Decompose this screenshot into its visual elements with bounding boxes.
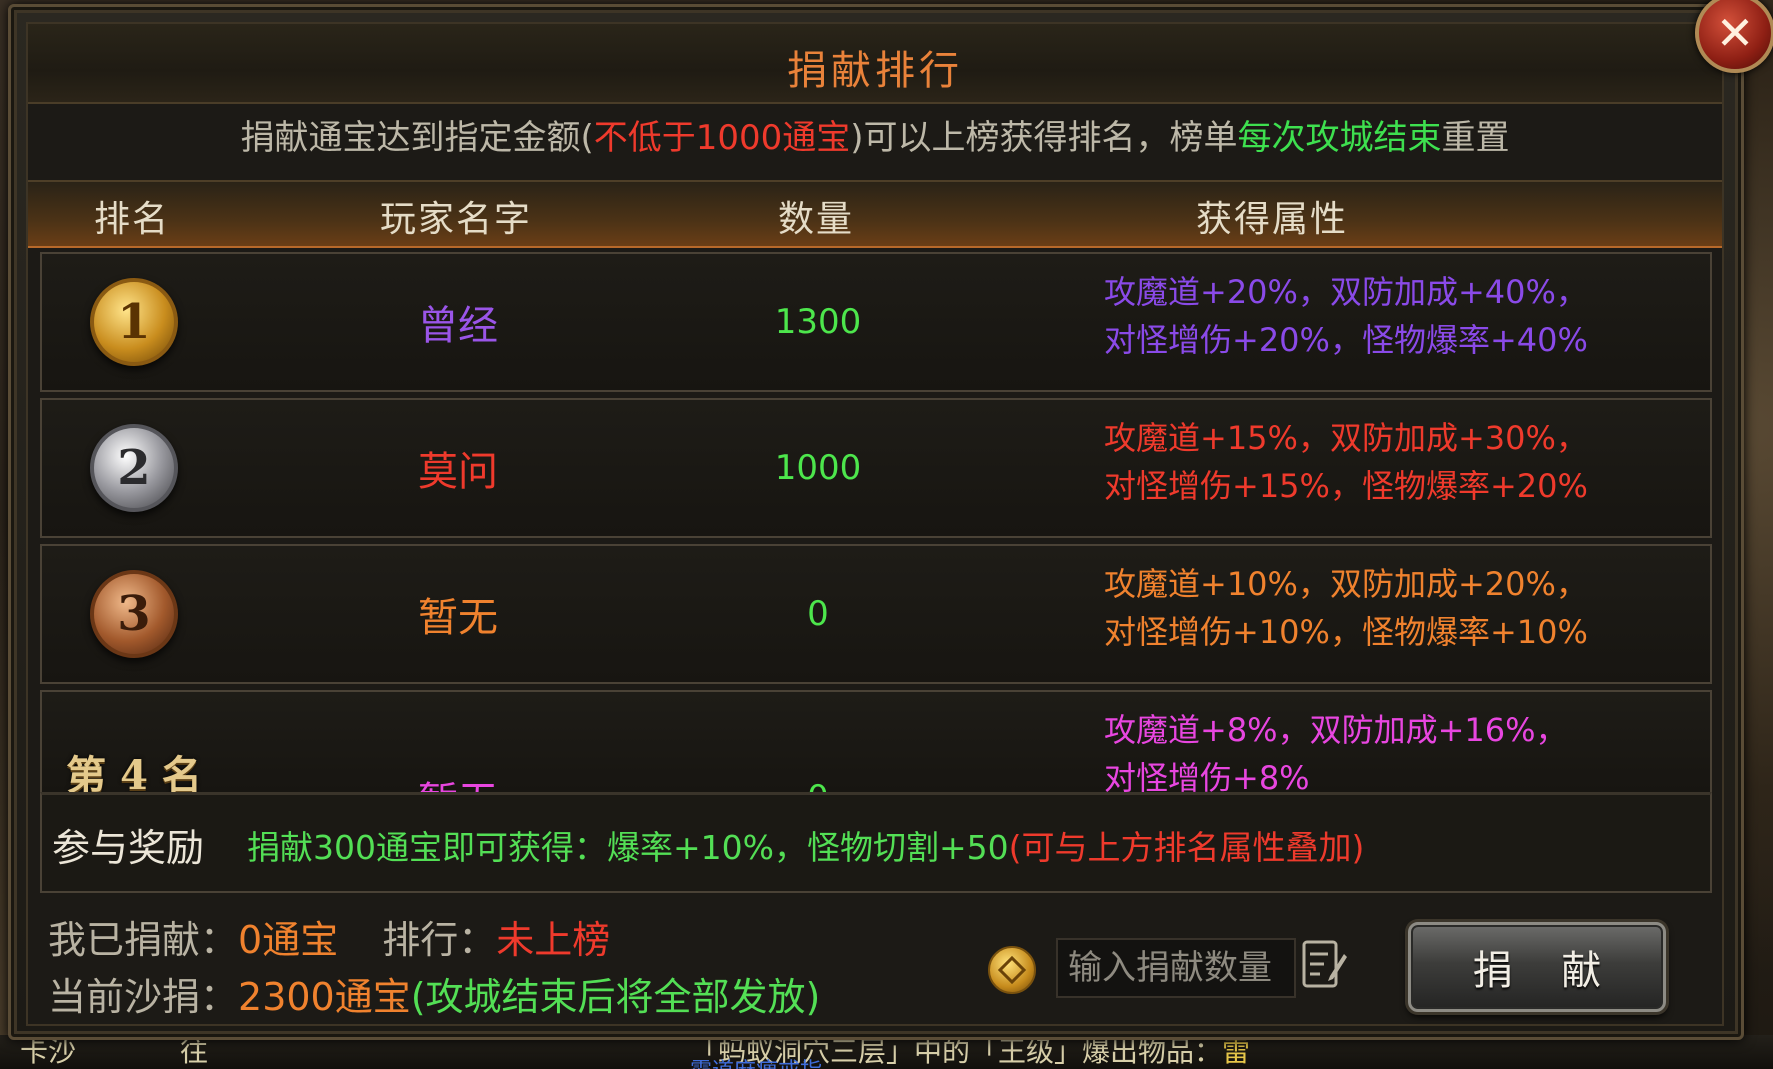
close-icon[interactable]: ✕ <box>1695 0 1773 73</box>
panel-body: 捐献排行 捐献通宝达到指定金额(不低于1000通宝)可以上榜获得排名，榜单每次攻… <box>26 22 1724 1026</box>
bronze-medal-icon: 3 <box>90 570 178 658</box>
attr-line: 攻魔道+20%，双防加成+40%， <box>1104 273 1588 311</box>
donation-count: 0 <box>807 692 829 792</box>
attr-line: 攻魔道+8%，双防加成+16%， <box>1104 711 1568 749</box>
attr-line: 对怪增伤+15%，怪物爆率+20% <box>1104 467 1588 505</box>
attr-line: 对怪增伤+20%，怪物爆率+40% <box>1104 321 1588 359</box>
my-donation: 我已捐献：0通宝 排行：未上榜 <box>48 918 611 962</box>
table-header: 排名 玩家名字 数量 获得属性 <box>28 180 1722 248</box>
rank-attributes: 攻魔道+20%，双防加成+40%， 对怪增伤+20%，怪物爆率+40% <box>1104 268 1588 364</box>
donate-button[interactable]: 捐 献 <box>1408 922 1666 1012</box>
attr-line: 攻魔道+15%，双防加成+30%， <box>1104 419 1588 457</box>
player-name: 曾经 <box>418 303 498 349</box>
my-rank-value: 未上榜 <box>496 918 611 962</box>
silver-medal-icon: 2 <box>90 424 178 512</box>
current-pool: 当前沙捐：2300通宝(攻城结束后将全部发放) <box>48 975 821 1019</box>
reward-label: 参与奖励 <box>52 826 205 870</box>
chat-fragment-1: 卡沙 <box>20 1035 77 1068</box>
column-rank: 排名 <box>93 199 171 240</box>
coin-icon <box>988 946 1036 994</box>
rank-attributes: 攻魔道+10%，双防加成+20%， 对怪增伤+10%，怪物爆率+10% <box>1104 560 1588 656</box>
reset-time-text: 每次攻城结束 <box>1237 118 1442 158</box>
ranking-notice: 捐献通宝达到指定金额(不低于1000通宝)可以上榜获得排名，榜单每次攻城结束重置 <box>240 118 1510 158</box>
pool-value: 2300通宝 <box>238 975 411 1019</box>
table-row: 1 曾经 1300 攻魔道+20%，双防加成+40%， 对怪增伤+20%，怪物爆… <box>40 252 1712 392</box>
donation-ranking-panel: 捐献排行 捐献通宝达到指定金额(不低于1000通宝)可以上榜获得排名，榜单每次攻… <box>8 0 1773 1040</box>
column-attrs: 获得属性 <box>1195 199 1349 240</box>
chat-strip: 卡沙 往 「蚂蚁洞穴三层」中的「王级」爆出物品：雷 霸道麻痹戒指 <box>0 1035 1773 1069</box>
my-donation-value: 0通宝 <box>238 918 339 962</box>
player-name: 暂无 <box>418 595 498 641</box>
donation-count: 1000 <box>774 448 862 488</box>
table-row: 第 4 名 暂无 0 攻魔道+8%，双防加成+16%， 对怪增伤+8% <box>40 690 1712 794</box>
rank-attributes: 攻魔道+15%，双防加成+30%， 对怪增伤+15%，怪物爆率+20% <box>1104 414 1588 510</box>
table-row: 3 暂无 0 攻魔道+10%，双防加成+20%， 对怪增伤+10%，怪物爆率+1… <box>40 544 1712 684</box>
title-bar: 捐献排行 <box>28 24 1722 104</box>
donation-count: 0 <box>807 594 829 634</box>
attr-line: 对怪增伤+10%，怪物爆率+10% <box>1104 613 1588 651</box>
donation-amount-input[interactable] <box>1056 938 1296 998</box>
reward-text: 捐献300通宝即可获得：爆率+10%，怪物切割+50(可与上方排名属性叠加) <box>247 828 1365 867</box>
attr-line: 对怪增伤+8% <box>1104 759 1310 794</box>
column-count: 数量 <box>777 199 855 240</box>
column-player: 玩家名字 <box>379 199 533 240</box>
attr-line: 攻魔道+10%，双防加成+20%， <box>1104 565 1588 603</box>
panel-title: 捐献排行 <box>787 48 963 94</box>
chat-fragment-2: 往 <box>180 1035 209 1068</box>
chat-fragment-4: 霸道麻痹戒指 <box>690 1055 822 1069</box>
gold-medal-icon: 1 <box>90 278 178 366</box>
min-amount-text: 不低于1000通宝 <box>593 118 851 158</box>
edit-icon[interactable] <box>1300 936 1348 992</box>
player-name: 暂无 <box>418 692 498 792</box>
table-row: 2 莫问 1000 攻魔道+15%，双防加成+30%， 对怪增伤+15%，怪物爆… <box>40 398 1712 538</box>
participation-reward: 参与奖励 捐献300通宝即可获得：爆率+10%，怪物切割+50(可与上方排名属性… <box>40 792 1712 893</box>
player-name: 莫问 <box>418 449 498 495</box>
donation-count: 1300 <box>774 302 862 342</box>
rank-4-label: 第 4 名 <box>66 752 202 794</box>
rank-attributes: 攻魔道+8%，双防加成+16%， 对怪增伤+8% <box>1104 706 1568 794</box>
